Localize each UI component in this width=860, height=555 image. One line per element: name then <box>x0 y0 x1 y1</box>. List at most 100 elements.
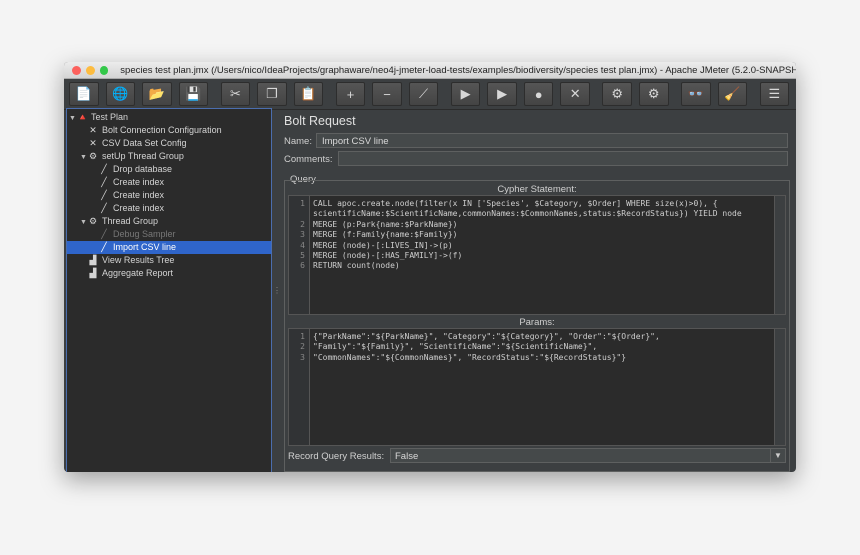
minimize-window-button[interactable] <box>85 65 95 75</box>
sampler-icon: ╱ <box>101 242 107 252</box>
comments-field[interactable] <box>338 151 788 166</box>
name-field[interactable]: Import CSV line <box>316 133 788 148</box>
line-number: 3 <box>300 230 305 240</box>
tree-item-label: Test Plan <box>91 112 129 122</box>
record-query-results-label: Record Query Results: <box>288 451 385 462</box>
close-window-button[interactable] <box>72 65 81 75</box>
function-helper-icon: ☰ <box>768 86 781 101</box>
paste-icon: 📋 <box>300 86 317 101</box>
tree-item-label: CSV Data Set Config <box>102 138 187 148</box>
main-toolbar: 📄 🌐 📂 💾 ✂ ❐ 📋 + − ⟋ ▶ ▶ ● ✕ ⚙ ⚙ 👓 🧹 ☰ <box>64 79 796 110</box>
expand-button[interactable]: + <box>335 82 366 106</box>
tree-item[interactable]: ╱ Drop database <box>67 163 271 176</box>
tree-item[interactable]: ▼ ⚙ Thread Group <box>67 215 271 228</box>
code-text: CALL apoc.create.node(filter(x IN ['Spec… <box>313 199 718 208</box>
tree-item[interactable]: ╱ Create index <box>67 202 271 215</box>
templates-icon: 🌐 <box>112 86 129 101</box>
tree-item-label: Create index <box>113 203 165 213</box>
clear-icon: ⚙ <box>611 86 624 101</box>
reset-search-button[interactable]: 🧹 <box>717 82 748 106</box>
tree-item[interactable]: ╱ Create index <box>67 176 271 189</box>
name-label: Name: <box>284 136 312 147</box>
tree-item[interactable]: ▼🔺 Test Plan <box>67 111 271 124</box>
cut-icon: ✂ <box>229 86 241 101</box>
sampler-icon: ╱ <box>101 203 107 213</box>
jmeter-window: species test plan.jmx (/Users/nico/IdeaP… <box>64 62 796 472</box>
open-button[interactable]: 📂 <box>142 82 172 106</box>
start-no-pause-button[interactable]: ▶ <box>487 82 517 106</box>
params-scrollbar[interactable] <box>774 329 785 445</box>
params-editor[interactable]: 1 {"ParkName":"${ParkName}", "Category":"… <box>288 328 786 446</box>
code-text: scientificName:$ScientificName,commonNam… <box>313 209 742 219</box>
tree-item[interactable]: ✕ Bolt Connection Configuration <box>67 124 271 137</box>
clear-all-icon: ⚙ <box>647 86 660 101</box>
shutdown-icon: ✕ <box>569 86 581 101</box>
save-button[interactable]: 💾 <box>178 82 209 106</box>
tree-item[interactable]: ╱ Create index <box>67 189 271 202</box>
code-text: MERGE (f:Family{name:$Family}) <box>313 230 458 240</box>
copy-button[interactable]: ❐ <box>257 82 287 106</box>
tree-item-label: Import CSV line <box>113 242 177 252</box>
record-query-results-select[interactable]: False ▼ <box>390 448 786 463</box>
record-query-results-value: False <box>395 451 419 462</box>
line-number: 2 <box>300 342 305 352</box>
cut-button[interactable]: ✂ <box>220 82 251 106</box>
listener-icon: ▟ <box>89 268 97 278</box>
tree-item[interactable]: ▟ View Results Tree <box>67 254 271 267</box>
tree-item-label: Create index <box>113 190 165 200</box>
tree-item-label: Aggregate Report <box>102 268 174 278</box>
tree-item[interactable]: ▟ Aggregate Report <box>67 267 271 280</box>
paste-button[interactable]: 📋 <box>293 82 324 106</box>
code-text: MERGE (p:Park{name:$ParkName}) <box>313 219 458 229</box>
line-number: 4 <box>300 240 305 250</box>
title-bar: species test plan.jmx (/Users/nico/IdeaP… <box>64 62 796 79</box>
line-number: 1 <box>300 332 305 341</box>
cypher-editor[interactable]: 1 CALL apoc.create.node(filter(x IN ['Spe… <box>288 195 786 315</box>
copy-icon: ❐ <box>266 86 278 101</box>
tree-item[interactable]: ▼ ⚙ setUp Thread Group <box>67 150 271 163</box>
code-text: RETURN count(node) <box>313 261 400 271</box>
toggle-icon: ⟋ <box>418 86 429 101</box>
sampler-icon: ╱ <box>101 190 107 200</box>
tree-item[interactable]: ✕ CSV Data Set Config <box>67 137 271 150</box>
code-text: MERGE (node)-[:LIVES_IN]->(p) <box>313 240 453 250</box>
toggle-button[interactable]: ⟋ <box>408 82 439 106</box>
config-element-icon: ✕ <box>89 125 97 135</box>
function-helper-button[interactable]: ☰ <box>759 82 790 106</box>
code-text: "CommonNames":"${CommonNames}", "RecordS… <box>313 352 627 362</box>
templates-button[interactable]: 🌐 <box>105 82 136 106</box>
save-icon: 💾 <box>185 86 202 101</box>
search-button[interactable]: 👓 <box>681 82 711 106</box>
thread-group-icon: ⚙ <box>88 216 98 226</box>
listener-icon: ▟ <box>89 255 97 265</box>
chevron-down-icon[interactable]: ▼ <box>770 449 785 462</box>
open-icon: 📂 <box>148 86 165 101</box>
clear-all-button[interactable]: ⚙ <box>638 82 669 106</box>
stop-button[interactable]: ● <box>523 82 554 106</box>
cypher-scrollbar[interactable] <box>774 196 785 314</box>
sampler-icon: ╱ <box>101 177 107 187</box>
new-button[interactable]: 📄 <box>69 82 99 106</box>
start-button[interactable]: ▶ <box>450 82 481 106</box>
tree-item[interactable]: ╱ Debug Sampler <box>67 228 271 241</box>
comments-label: Comments: <box>284 154 333 165</box>
collapse-button[interactable]: − <box>372 82 402 106</box>
line-number: 6 <box>300 261 305 271</box>
panel-title: Bolt Request <box>284 114 356 128</box>
start-icon: ▶ <box>460 86 471 101</box>
shutdown-button[interactable]: ✕ <box>560 82 590 106</box>
tree-item[interactable]: ╱ Import CSV line <box>67 241 271 254</box>
code-text: MERGE (node)-[:HAS_FAMILY]->(f) <box>313 251 463 260</box>
clear-button[interactable]: ⚙ <box>602 82 632 106</box>
test-plan-icon: 🔺 <box>77 112 89 122</box>
tree-item-label: Bolt Connection Configuration <box>102 125 222 135</box>
line-number: 5 <box>300 251 305 260</box>
search-icon: 👓 <box>687 86 704 101</box>
code-text: "Family":"${Family}", "ScientificName":"… <box>313 342 598 352</box>
test-plan-tree[interactable]: ▼🔺 Test Plan ✕ Bolt Connection Configuratio… <box>66 108 272 472</box>
reset-search-icon: 🧹 <box>724 86 741 101</box>
line-number: 1 <box>300 199 305 208</box>
zoom-window-button[interactable] <box>99 65 109 75</box>
params-header: Params: <box>519 317 555 328</box>
new-icon: 📄 <box>75 86 92 101</box>
